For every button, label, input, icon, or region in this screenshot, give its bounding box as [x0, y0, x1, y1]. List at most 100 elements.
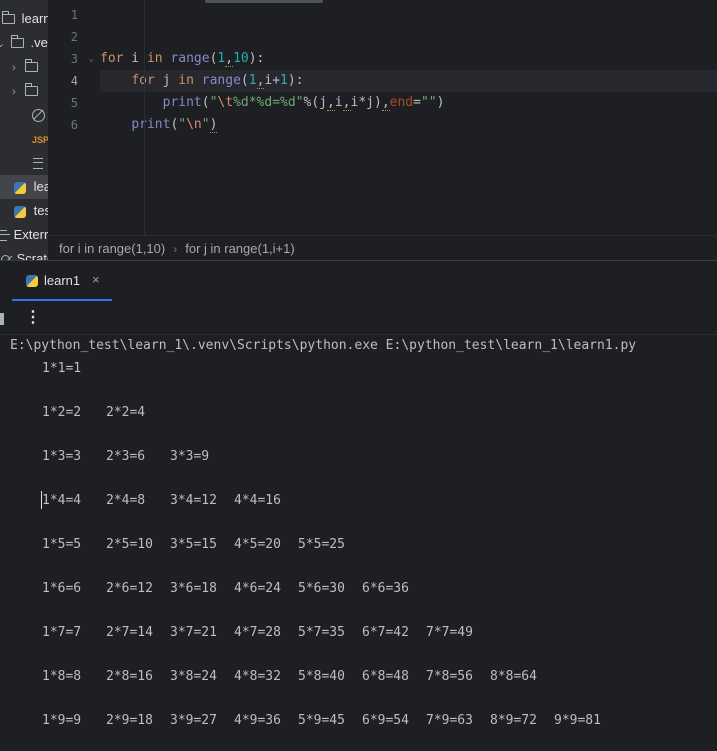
scratches-label: Scratc — [16, 251, 48, 260]
external-libraries-label: Exterr — [13, 227, 48, 242]
line-number-gutter: 1 2 3 ⌄ 4 5 6 — [48, 4, 96, 136]
identifier: j — [154, 73, 179, 88]
punct: , — [327, 95, 335, 111]
output-cell: 1*9=9 — [42, 713, 82, 728]
number: 10 — [233, 51, 249, 66]
keyword: for — [100, 51, 124, 66]
project-root-item[interactable]: learn_ — [0, 7, 48, 31]
project-root-label: learn_ — [21, 11, 48, 26]
text-caret — [41, 491, 42, 509]
code-editor[interactable]: 1 2 3⌄ 4 5 6 for i in range(1,10): for j… — [48, 0, 717, 235]
output-cell: 3*6=18 — [170, 581, 217, 596]
output-cell: 1*5=5 — [42, 537, 82, 552]
output-cell: 3*8=24 — [170, 669, 217, 684]
text-file-item[interactable] — [0, 151, 43, 175]
chevron-down-icon[interactable]: ⌄ — [0, 38, 5, 50]
folder-icon — [1, 10, 15, 24]
punct: , — [342, 95, 351, 111]
output-cell: 1*6=6 — [42, 581, 82, 596]
output-cell: 3*4=12 — [170, 493, 217, 508]
folder-icon — [25, 82, 39, 96]
output-cell: 3*7=21 — [170, 625, 217, 640]
chevron-right-icon[interactable]: › — [12, 86, 16, 98]
chevron-right-icon[interactable]: › — [12, 62, 16, 74]
jsp-file-icon: JSP — [32, 135, 48, 145]
folder-item[interactable]: › — [0, 79, 39, 103]
builtin: print — [162, 95, 202, 110]
output-cell: 3*5=15 — [170, 537, 217, 552]
output-cell: 1*2=2 — [42, 405, 82, 420]
output-cell: 7*8=56 — [426, 669, 473, 684]
punct: ( — [240, 73, 249, 88]
close-icon[interactable]: × — [92, 272, 100, 287]
output-cell: 2*5=10 — [106, 537, 153, 552]
output-cell: 5*9=45 — [298, 713, 345, 728]
external-libraries-item[interactable]: Exterr — [0, 223, 48, 247]
output-cell: 2*7=14 — [106, 625, 153, 640]
output-cell: 2*2=4 — [106, 405, 146, 420]
punct: ( — [201, 95, 210, 110]
line-number: 3 ⌄ — [48, 48, 96, 70]
output-cell: 1*8=8 — [42, 669, 82, 684]
file-label-learn1: lear — [33, 179, 48, 194]
punct: ) — [209, 117, 218, 133]
builtin: print — [131, 117, 171, 132]
file-item-test[interactable]: tes — [0, 199, 48, 223]
number: 1 — [280, 73, 288, 88]
run-tab-bar: learn1 × — [0, 260, 717, 302]
expression: %(j — [303, 95, 328, 110]
project-sidebar: learn_ ⌄ .ven › › JSP lear tes Exterr Sc… — [0, 0, 48, 260]
jsp-file-item[interactable]: JSP — [0, 127, 48, 151]
text-file-icon — [33, 158, 43, 170]
output-cell: 4*5=20 — [234, 537, 281, 552]
breadcrumb-item[interactable]: for j in range(1,i+1) — [185, 236, 294, 261]
venv-folder-item[interactable]: ⌄ .ven — [0, 31, 48, 55]
output-cell: 4*8=32 — [234, 669, 281, 684]
output-cell: 1*1=1 — [42, 361, 82, 376]
stop-icon[interactable] — [0, 313, 4, 325]
breadcrumb: for i in range(1,10) › for j in range(1,i+… — [48, 235, 717, 261]
output-cell: 6*7=42 — [362, 625, 409, 640]
output-cell: 6*6=36 — [362, 581, 409, 596]
horizontal-scrollbar[interactable] — [205, 0, 323, 3]
run-console[interactable]: E:\python_test\learn_1\.venv\Scripts\pyt… — [0, 335, 717, 751]
more-options-icon[interactable]: ⋮ — [25, 307, 41, 327]
identifier: i+ — [264, 73, 281, 88]
run-toolbar: ⋮ — [0, 301, 717, 335]
output-cell: 6*8=48 — [362, 669, 409, 684]
folder-item[interactable]: › — [0, 55, 39, 79]
console-command-line: E:\python_test\learn_1\.venv\Scripts\pyt… — [10, 338, 637, 353]
output-cell: 4*9=36 — [234, 713, 281, 728]
punct: = — [413, 95, 421, 110]
punct: ): — [248, 51, 265, 66]
builtin: range — [193, 73, 241, 88]
line-number: 5 — [70, 96, 78, 110]
scratches-item[interactable]: Scratc — [0, 247, 48, 260]
escape: \n — [186, 117, 202, 132]
breadcrumb-separator: › — [173, 242, 178, 256]
output-cell: 9*9=81 — [554, 713, 601, 728]
output-cell: 4*6=24 — [234, 581, 281, 596]
keyword-argument: end — [389, 95, 414, 110]
string: " — [178, 117, 187, 132]
output-cell: 6*9=54 — [362, 713, 409, 728]
run-tab-learn1[interactable]: learn1 × — [12, 261, 112, 301]
python-file-icon — [14, 181, 26, 194]
fold-icon[interactable]: ⌄ — [89, 48, 94, 70]
expression: i*j) — [350, 95, 382, 110]
output-cell: 3*3=9 — [170, 449, 210, 464]
folder-icon — [10, 34, 24, 48]
output-cell: 7*7=49 — [426, 625, 473, 640]
gutter-divider — [144, 0, 145, 235]
code-area[interactable]: for i in range(1,10): for j in range(1,i… — [100, 4, 717, 136]
string: %d*%d=%d" — [233, 95, 304, 110]
excluded-file-item[interactable] — [0, 103, 45, 127]
output-cell: 1*7=7 — [42, 625, 82, 640]
keyword: in — [146, 51, 163, 66]
breadcrumb-item[interactable]: for i in range(1,10) — [59, 236, 165, 261]
file-item-learn1[interactable]: lear — [0, 175, 48, 199]
